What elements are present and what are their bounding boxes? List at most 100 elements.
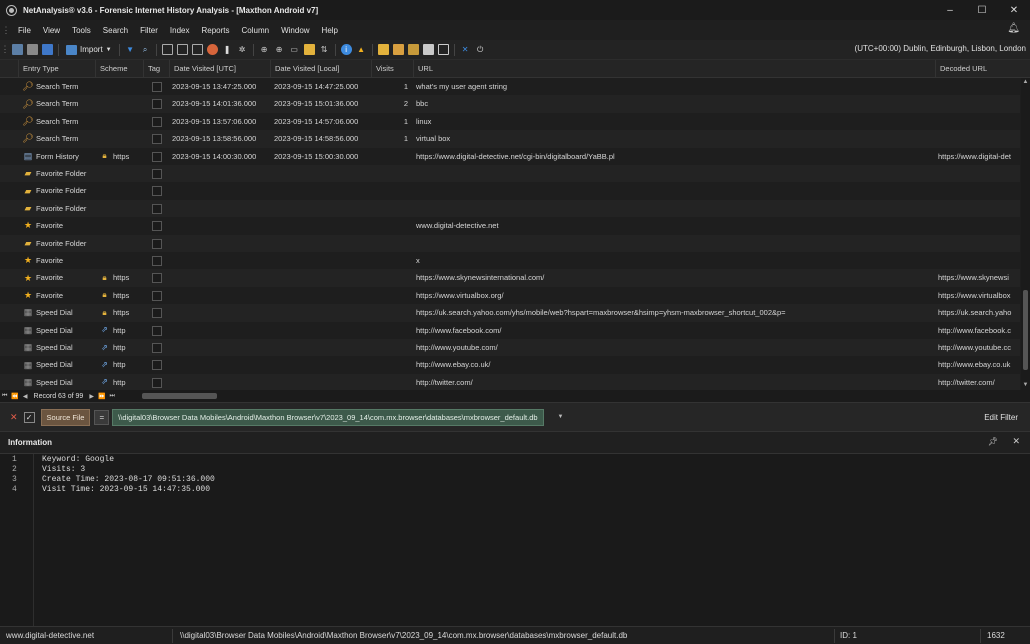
tag-checkbox[interactable] [152, 377, 162, 388]
table-row[interactable]: ▰ Favorite Folder [0, 165, 1020, 183]
menu-filter[interactable]: Filter [134, 26, 164, 35]
tag-checkbox[interactable] [152, 169, 162, 179]
bookmark-icon[interactable]: ❚ [222, 44, 233, 55]
tag-checkbox[interactable] [152, 256, 162, 266]
tag-checkbox[interactable] [152, 82, 162, 92]
settings-cog-icon[interactable]: ✲ [237, 44, 248, 55]
horizontal-scroll-thumb[interactable] [142, 393, 217, 399]
columns-icon[interactable] [191, 44, 203, 55]
tag-checkbox[interactable] [152, 290, 162, 301]
tag-checkbox[interactable] [152, 273, 162, 284]
check-list-icon[interactable] [437, 44, 449, 55]
notification-bell-icon[interactable]: 🔔︎ [1007, 23, 1020, 34]
filter-value-path[interactable]: \\digital03\Browser Data Mobiles\Android… [112, 408, 544, 426]
table-row[interactable]: ★ Favorite 🔒︎ https https://www.virtualbox.o… [0, 287, 1020, 304]
scroll-down-icon[interactable]: ▼ [1021, 381, 1030, 390]
tag-checkbox[interactable] [152, 99, 162, 110]
tag-checkbox[interactable] [152, 116, 162, 127]
table-row[interactable]: ▰ Favorite Folder [0, 182, 1020, 199]
close-panel-icon[interactable]: ✕ [1012, 436, 1020, 447]
export-icon[interactable] [377, 44, 389, 55]
table-row[interactable]: ▤ Form History 🔒︎ https 2023-09-15 14:00:30.… [0, 148, 1020, 165]
timezone-label[interactable]: (UTC+00:00) Dublin, Edinburgh, Lisbon, L… [855, 44, 1026, 53]
table-row[interactable]: ★ Favorite 🔒︎ https https://www.skynewsinter… [0, 269, 1020, 287]
table-row[interactable]: 🔎︎ Search Term 2023-09-15 14:01:36.000 2023… [0, 95, 1020, 113]
column-visits[interactable]: Visits [371, 60, 413, 78]
filter-enabled-checkbox[interactable]: ✓ [23, 411, 35, 423]
vertical-scrollbar[interactable]: ▲ ▼ [1021, 78, 1030, 390]
tag-checkbox[interactable] [152, 134, 162, 145]
tag-icon[interactable] [407, 44, 419, 55]
fast-forward-icon[interactable]: ⏩ [98, 393, 105, 400]
open-workspace-icon[interactable] [12, 44, 23, 55]
tag-checkbox[interactable] [152, 221, 162, 232]
scroll-up-icon[interactable]: ▲ [1021, 78, 1030, 87]
menu-window[interactable]: Window [275, 26, 315, 35]
prev-record-icon[interactable]: ◀ [23, 393, 28, 400]
tag-checkbox[interactable] [152, 186, 162, 197]
tag-checkbox[interactable] [152, 325, 162, 336]
column-decoded-url[interactable]: Decoded URL [935, 60, 1030, 78]
pin-icon[interactable]: 📌︎ [988, 437, 998, 446]
search-icon[interactable]: ⌕ [140, 44, 151, 55]
column-tag[interactable]: Tag [143, 60, 169, 78]
info-icon[interactable]: i [340, 44, 352, 55]
table-row[interactable]: ▰ Favorite Folder [0, 234, 1020, 252]
menu-search[interactable]: Search [97, 26, 134, 35]
table-row[interactable]: ▦ Speed Dial 🔒︎ https https://uk.search.yaho… [0, 304, 1020, 322]
column-date-local[interactable]: Date Visited [Local] [270, 60, 371, 78]
print-icon[interactable] [27, 44, 38, 55]
maximize-button[interactable]: ☐ [966, 0, 998, 20]
table-icon[interactable] [176, 44, 188, 55]
filter-operator[interactable]: = [94, 409, 110, 425]
filter-field-source-file[interactable]: Source File [40, 408, 91, 426]
column-entry-type[interactable]: Entry Type [18, 60, 95, 78]
table-row[interactable]: ▦ Speed Dial ⇗ http http://twitter.com/http:… [0, 373, 1020, 390]
table-row[interactable]: ★ Favorite x [0, 252, 1020, 269]
report-icon[interactable] [392, 44, 404, 55]
tag-checkbox[interactable] [152, 151, 162, 162]
clear-filter-icon[interactable]: ✕ [10, 412, 18, 423]
table-row[interactable]: ★ Favorite www.digital-detective.net [0, 217, 1020, 234]
network-icon[interactable]: ⊕ [274, 44, 285, 55]
tag-checkbox[interactable] [152, 308, 162, 319]
column-scheme[interactable]: Scheme [95, 60, 143, 78]
minimize-button[interactable]: – [934, 0, 966, 20]
column-url[interactable]: URL [413, 60, 935, 78]
color-wheel-icon[interactable] [206, 44, 218, 55]
close-button[interactable]: ✕ [998, 0, 1030, 20]
filter-dropdown-icon[interactable]: ▼ [558, 414, 564, 420]
folder-browse-icon[interactable]: ▭ [289, 44, 300, 55]
table-row[interactable]: ▦ Speed Dial ⇗ http http://www.facebook.com/… [0, 322, 1020, 339]
table-row[interactable]: 🔎︎ Search Term 2023-09-15 13:47:25.000 2023… [0, 78, 1020, 95]
fast-back-icon[interactable]: ⏪ [11, 393, 18, 400]
edit-icon[interactable] [422, 44, 434, 55]
menu-file[interactable]: File [12, 26, 37, 35]
vertical-scroll-thumb[interactable] [1023, 290, 1028, 370]
tag-checkbox[interactable] [152, 203, 162, 214]
cache-icon[interactable] [303, 44, 315, 55]
menu-index[interactable]: Index [164, 26, 196, 35]
globe-icon[interactable]: ⊕ [259, 44, 270, 55]
last-record-icon[interactable]: ⏭ [109, 393, 114, 400]
menu-reports[interactable]: Reports [196, 26, 236, 35]
menu-help[interactable]: Help [316, 26, 344, 35]
horizontal-scrollbar[interactable] [140, 392, 1020, 400]
table-row[interactable]: 🔎︎ Search Term 2023-09-15 13:58:56.000 2023… [0, 130, 1020, 148]
information-panel[interactable]: 1 2 3 4 Keyword: Google Visits: 3 Create… [0, 454, 1030, 626]
menu-tools[interactable]: Tools [66, 26, 97, 35]
column-date-utc[interactable]: Date Visited [UTC] [169, 60, 270, 78]
sort-icon[interactable]: ⇅ [319, 44, 330, 55]
power-icon[interactable]: ⏻ [475, 44, 486, 55]
edit-filter-button[interactable]: Edit Filter [984, 413, 1018, 422]
tag-checkbox[interactable] [152, 343, 162, 353]
grid-view-icon[interactable] [161, 44, 173, 55]
tools-icon[interactable]: ✕ [460, 44, 471, 55]
table-row[interactable]: ▦ Speed Dial ⇗ http http://www.ebay.co.uk/ht… [0, 356, 1020, 373]
warning-icon[interactable]: ▲ [356, 44, 367, 55]
filter-icon[interactable]: ▼ [125, 44, 136, 55]
save-icon[interactable] [42, 44, 53, 55]
first-record-icon[interactable]: ⏮ [2, 393, 7, 400]
menu-view[interactable]: View [37, 26, 66, 35]
tag-checkbox[interactable] [152, 360, 162, 371]
